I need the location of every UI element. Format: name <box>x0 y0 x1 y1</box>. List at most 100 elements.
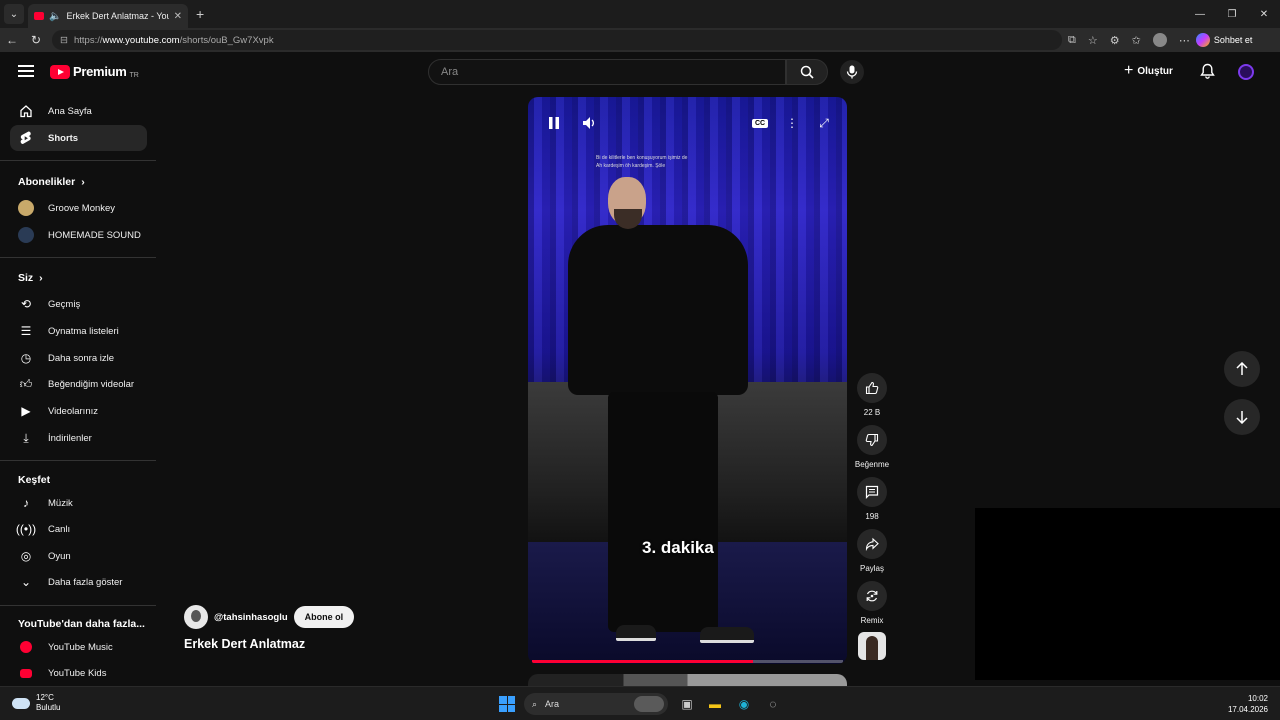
next-short-preview[interactable] <box>528 674 847 686</box>
gaming-icon: ◎ <box>20 549 32 563</box>
playlist-icon: ☰ <box>20 324 32 338</box>
favorite-star-icon[interactable]: ☆ <box>1088 34 1098 47</box>
back-button[interactable]: ← <box>0 33 24 47</box>
notifications-button[interactable] <box>1200 63 1215 84</box>
sidebar-item-show-more[interactable]: ⌄ Daha fazla göster <box>10 569 147 595</box>
sidebar-item-playlists[interactable]: ☰ Oynatma listeleri <box>10 318 147 344</box>
subscribe-button[interactable]: Abone ol <box>293 606 355 628</box>
performer-legs <box>608 392 718 632</box>
previous-short-button[interactable] <box>1224 351 1260 387</box>
subscriptions-header[interactable]: Abonelikler › <box>18 176 85 188</box>
youtube-kids-icon <box>18 665 34 681</box>
sidebar-item-label: HOMEMADE SOUND <box>48 229 141 241</box>
menu-icon[interactable] <box>18 65 34 77</box>
you-header[interactable]: Siz › <box>18 272 43 284</box>
browser-tab[interactable]: 🔈 Erkek Dert Anlatmaz - YouTube ✕ <box>28 4 188 28</box>
sidebar-item-music[interactable]: ♪ Müzik <box>10 490 147 516</box>
app-available-icon[interactable]: ⧉ <box>1068 34 1076 47</box>
performer-shoe <box>616 625 656 641</box>
fullscreen-button[interactable]: ⤢ <box>814 113 834 133</box>
sidebar-item-groove-monkey[interactable]: Groove Monkey <box>10 195 147 221</box>
close-window-button[interactable]: ✕ <box>1248 0 1280 28</box>
search-input[interactable]: Ara <box>428 59 786 85</box>
maximize-button[interactable]: ❐ <box>1216 0 1248 28</box>
sidebar-item-gaming[interactable]: ◎ Oyun <box>10 543 147 569</box>
sidebar-item-youtube-kids[interactable]: YouTube Kids <box>10 660 147 686</box>
search-button[interactable] <box>786 59 828 85</box>
youtube-header: Premium TR Ara + Oluştur <box>0 52 1280 92</box>
video-caption-text: Bi de kilitlerle ben konuşuyorum işimiz … <box>596 155 688 169</box>
sidebar-item-your-videos[interactable]: ▶ Videolarınız <box>10 398 147 424</box>
system-clock[interactable]: 10:02 17.04.2026 <box>1228 693 1268 715</box>
sidebar-item-shorts[interactable]: Shorts <box>10 125 147 151</box>
remix-button[interactable]: Remix <box>855 581 889 625</box>
comments-button[interactable]: 198 <box>855 477 889 521</box>
windows-start-icon[interactable] <box>499 696 515 712</box>
tab-actions-menu[interactable]: ⌄ <box>4 4 24 24</box>
you-title: Siz <box>18 272 34 284</box>
new-tab-button[interactable]: + <box>196 6 204 22</box>
sidebar-item-homemade-sound[interactable]: HOMEMADE SOUND <box>10 222 147 248</box>
dislike-button[interactable]: Beğenme <box>855 425 889 469</box>
close-tab-icon[interactable]: ✕ <box>174 11 182 22</box>
sidebar-item-youtube-music[interactable]: YouTube Music <box>10 634 147 660</box>
speaker-icon[interactable]: 🔈 <box>49 11 61 22</box>
url-field[interactable]: ⊟ https://www.youtube.com/shorts/ouB_Gw7… <box>52 30 1062 50</box>
youtube-premium-logo[interactable]: Premium TR <box>50 64 139 79</box>
next-short-button[interactable] <box>1224 399 1260 435</box>
sidebar-item-label: Daha sonra izle <box>48 352 115 364</box>
video-progress-fill <box>532 660 753 663</box>
create-button[interactable]: + Oluştur <box>1124 62 1173 80</box>
live-icon: ((•)) <box>15 522 37 536</box>
more-options-button[interactable]: ⋮ <box>782 113 802 133</box>
profile-avatar[interactable] <box>1152 33 1167 47</box>
copilot-button[interactable]: Sohbet et <box>1195 33 1252 47</box>
thumbs-down-icon <box>865 433 879 447</box>
file-explorer-icon[interactable]: ▬ <box>706 695 724 713</box>
share-button[interactable]: Paylaş <box>855 529 889 573</box>
sidebar-item-history[interactable]: ⟲ Geçmiş <box>10 291 147 317</box>
site-info-icon[interactable]: ⊟ <box>60 35 68 46</box>
refresh-button[interactable]: ↻ <box>24 33 48 47</box>
channel-avatar[interactable] <box>184 605 208 629</box>
fullscreen-icon: ⤢ <box>819 115 829 130</box>
edge-browser-icon[interactable]: ◉ <box>735 695 753 713</box>
clock-time: 10:02 <box>1247 694 1268 703</box>
more-menu-icon[interactable]: ⋯ <box>1179 34 1190 47</box>
sidebar-item-live[interactable]: ((•)) Canlı <box>10 516 147 542</box>
video-progress-bar[interactable] <box>532 660 843 663</box>
captions-button[interactable]: CC <box>750 113 770 133</box>
sidebar-item-liked[interactable]: 👍︎ Beğendiğim videolar <box>10 371 147 397</box>
sidebar-divider <box>0 160 156 161</box>
like-button[interactable]: 22 B <box>855 373 889 417</box>
windows-taskbar: 12°C Bulutlu ⌕ Ara ▣ ▬ ◉ ◌ 10:02 17.04.2… <box>0 686 1280 720</box>
comment-icon <box>865 485 879 499</box>
chevron-right-icon: › <box>39 272 43 284</box>
search-placeholder: Ara <box>441 66 459 78</box>
sidebar-item-label: Groove Monkey <box>48 202 116 214</box>
shorts-video-player[interactable]: CC ⋮ ⤢ Bi de kilitlerle ben konuşuyorum … <box>528 97 847 664</box>
volume-button[interactable] <box>580 113 600 133</box>
voice-search-button[interactable] <box>840 60 864 84</box>
app-icon[interactable]: ◌ <box>764 695 782 713</box>
explore-title: Keşfet <box>18 474 51 486</box>
weather-widget[interactable]: 12°C Bulutlu <box>12 693 60 713</box>
account-avatar[interactable] <box>1238 64 1254 80</box>
sidebar-item-label: Canlı <box>48 523 71 535</box>
extensions-icon[interactable]: ⚙ <box>1110 34 1120 47</box>
short-title[interactable]: Erkek Dert Anlatmaz <box>184 637 305 651</box>
sound-thumbnail[interactable] <box>858 632 886 660</box>
sidebar-item-downloads[interactable]: ⤓ İndirilenler <box>10 425 147 451</box>
minimize-button[interactable]: — <box>1184 0 1216 28</box>
task-view-icon[interactable]: ▣ <box>678 695 696 713</box>
pause-button[interactable] <box>544 113 564 133</box>
favorites-icon[interactable]: ✩ <box>1132 34 1141 47</box>
captions-icon: CC <box>751 118 769 128</box>
sidebar-item-home[interactable]: Ana Sayfa <box>10 98 147 124</box>
share-label: Paylaş <box>859 564 884 573</box>
channel-name[interactable]: @tahsinhasoglu <box>214 612 288 623</box>
taskbar-search[interactable]: ⌕ Ara <box>524 693 668 715</box>
channel-avatar <box>18 227 34 243</box>
sidebar-item-watch-later[interactable]: ◷ Daha sonra izle <box>10 345 147 371</box>
sidebar: Ana Sayfa Shorts Abonelikler › Groove Mo… <box>0 92 156 686</box>
